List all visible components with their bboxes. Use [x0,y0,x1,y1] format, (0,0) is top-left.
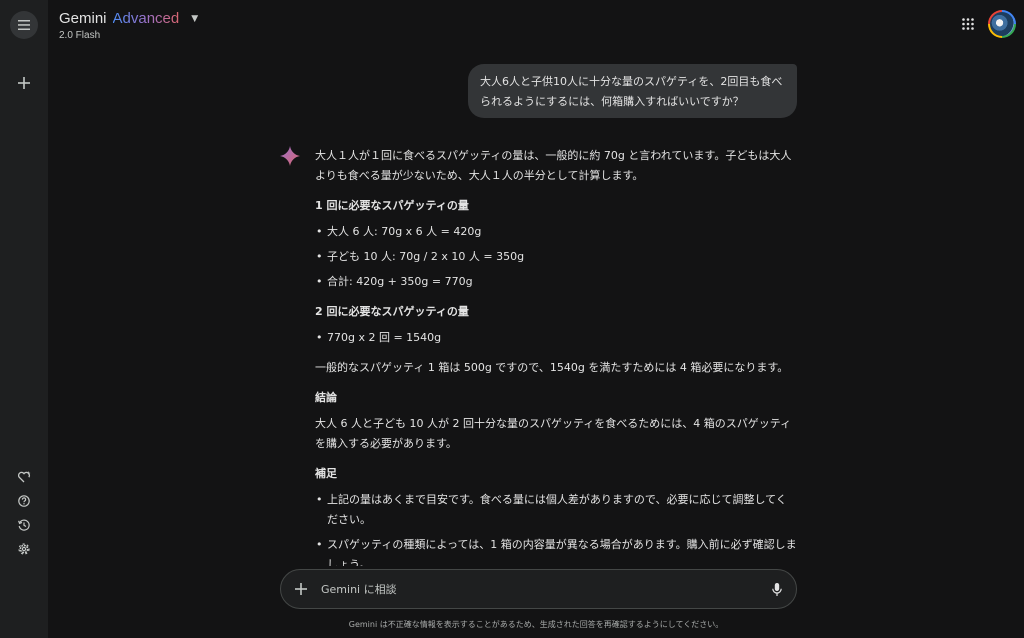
advanced-badge: Advanced [112,10,180,27]
section-heading: 結論 [315,391,337,404]
add-attachment-button[interactable] [291,579,311,599]
settings-button[interactable] [10,535,38,563]
section-heading: 補足 [315,467,337,480]
user-message: 大人6人と子供10人に十分な量のスパゲティを、2回目も食べられるようにするには、… [468,64,797,118]
bullet-list: 大人 6 人: 70g x 6 人 = 420g 子ども 10 人: 70g /… [315,222,797,292]
gear-icon [18,543,30,555]
list-item: 770g x 2 回 = 1540g [315,328,797,348]
gemini-sparkle-icon [280,146,300,166]
response-paragraph: 一般的なスパゲッティ 1 箱は 500g ですので、1540g を満たすためには… [315,361,789,374]
model-switcher[interactable]: Gemini Advanced ▼ [59,10,198,27]
model-label: 2.0 Flash [59,30,101,41]
avatar[interactable] [988,10,1016,38]
bullet-list: 770g x 2 回 = 1540g [315,328,797,348]
prompt-input[interactable] [321,578,741,600]
apps-grid-icon [962,18,974,30]
disclaimer: Gemini は不正確な情報を表示することがあるため、生成された回答を再確認する… [348,620,724,629]
section-heading: 1 回に必要なスパゲッティの量 [315,199,469,212]
app-title: Gemini [59,10,107,27]
bullet-list: 上記の量はあくまで目安です。食べる量には個人差がありますので、必要に応じて調整し… [315,490,797,566]
microphone-button[interactable] [767,579,787,599]
section-heading: 2 回に必要なスパゲッティの量 [315,305,469,318]
response-paragraph: 大人 6 人と子ども 10 人が 2 回十分な量のスパゲッティを食べるためには、… [315,417,792,450]
sidebar [0,0,48,638]
response-intro: 大人１人が１回に食べるスパゲッティの量は、一般的に約 70g と言われています。… [315,149,792,182]
avatar-image [990,12,1014,36]
list-item: スパゲッティの種類によっては、1 箱の内容量が異なる場合があります。購入前に必ず… [315,535,797,566]
new-chat-button[interactable] [10,69,38,97]
model-response: 大人１人が１回に食べるスパゲッティの量は、一般的に約 70g と言われています。… [315,146,797,566]
apps-button[interactable] [958,14,978,34]
history-icon [18,519,30,531]
gem-heart-icon [17,471,30,483]
menu-button[interactable] [10,11,38,39]
list-item: 上記の量はあくまで目安です。食べる量には個人差がありますので、必要に応じて調整し… [315,490,797,530]
list-item: 子ども 10 人: 70g / 2 x 10 人 = 350g [315,247,797,267]
microphone-icon [772,582,782,596]
chevron-down-icon: ▼ [191,14,199,24]
help-icon [18,495,30,507]
list-item: 合計: 420g + 350g = 770g [315,272,797,292]
plus-icon [295,583,307,595]
list-item: 大人 6 人: 70g x 6 人 = 420g [315,222,797,242]
prompt-box [280,569,797,609]
plus-icon [18,77,30,89]
menu-icon [18,20,30,30]
